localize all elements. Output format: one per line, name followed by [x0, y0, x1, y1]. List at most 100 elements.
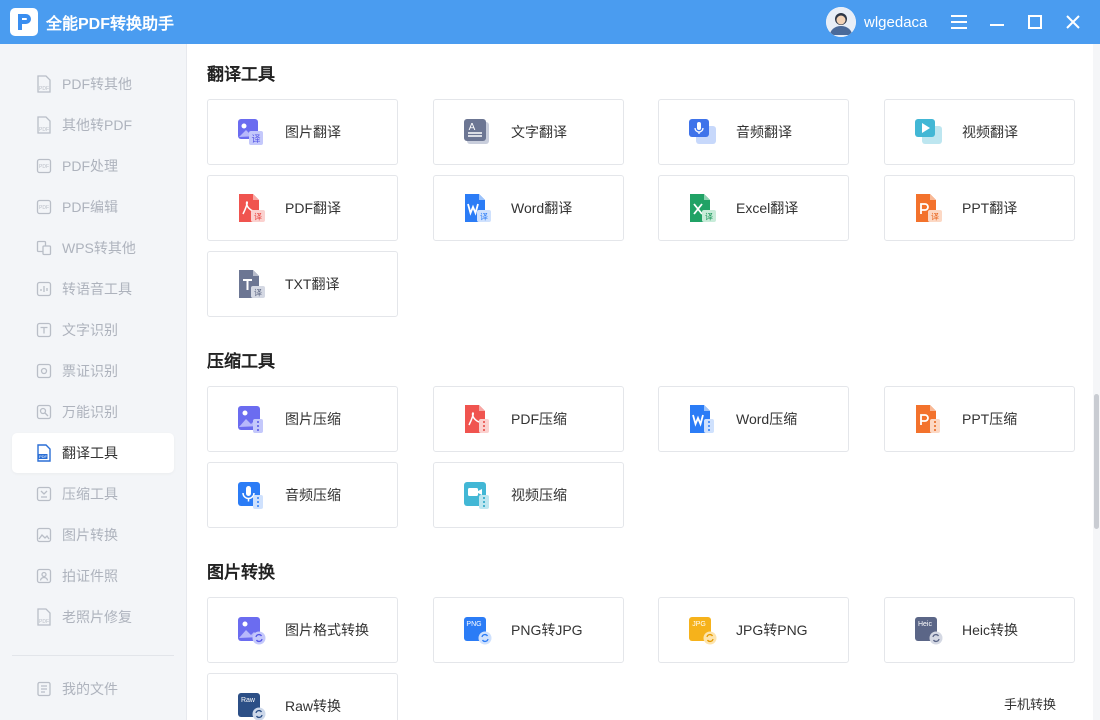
photo-repair-icon: PDF: [35, 608, 53, 626]
scrollbar-thumb[interactable]: [1094, 394, 1099, 529]
pdf-doc-icon: PDF: [35, 198, 53, 216]
card-video-compress[interactable]: 视频压缩: [433, 462, 624, 528]
sidebar-item-label: 我的文件: [62, 681, 118, 697]
ticket-ocr-icon: [35, 362, 53, 380]
sidebar-item-label: 翻译工具: [62, 445, 118, 461]
card-text-translate[interactable]: A 文字翻译: [433, 99, 624, 165]
sidebar-item-compress-tool[interactable]: 压缩工具: [12, 474, 174, 514]
sidebar-item-label: 拍证件照: [62, 568, 118, 584]
avatar[interactable]: [826, 7, 856, 37]
svg-text:Raw: Raw: [241, 697, 256, 704]
card-word-compress[interactable]: Word压缩: [658, 386, 849, 452]
excel-translate-icon: 译: [690, 194, 716, 222]
sidebar-item-pdf-edit[interactable]: PDF PDF编辑: [12, 187, 174, 227]
card-label: JPG转PNG: [736, 622, 808, 638]
svg-text:A: A: [469, 122, 476, 133]
sidebar-item-label: 票证识别: [62, 363, 118, 379]
title-bar: 全能PDF转换助手 wlgedaca: [0, 0, 1100, 44]
ppt-compress-icon: [916, 405, 940, 433]
svg-text:PDF: PDF: [39, 164, 49, 170]
ppt-translate-icon: 译: [916, 194, 942, 222]
video-compress-icon: [464, 482, 489, 509]
svg-text:译: 译: [705, 213, 713, 222]
card-png-to-jpg[interactable]: PNG PNG转JPG: [433, 597, 624, 663]
svg-text:PNG: PNG: [466, 621, 481, 628]
sidebar-item-my-files[interactable]: 我的文件: [12, 669, 174, 709]
sidebar-item-image-convert[interactable]: 图片转换: [12, 515, 174, 555]
username: wlgedaca: [864, 13, 928, 31]
sidebar-item-ticket-ocr[interactable]: 票证识别: [12, 351, 174, 391]
pdf-file-icon: PDF: [35, 116, 53, 134]
sidebar-item-text-ocr[interactable]: 文字识别: [12, 310, 174, 350]
card-label: 图片格式转换: [285, 622, 369, 638]
minimize-icon[interactable]: [986, 11, 1008, 33]
sidebar-item-wps-to-other[interactable]: WPS转其他: [12, 228, 174, 268]
svg-text:Heic: Heic: [918, 621, 933, 628]
wps-icon: [35, 239, 53, 257]
sidebar-item-pdf-process[interactable]: PDF PDF处理: [12, 146, 174, 186]
card-label: PNG转JPG: [511, 622, 583, 638]
card-image-format-convert[interactable]: 图片格式转换: [207, 597, 398, 663]
svg-text:PDF: PDF: [39, 619, 49, 625]
svg-text:译: 译: [254, 213, 262, 222]
sidebar-item-label: 万能识别: [62, 404, 118, 420]
card-raw-convert[interactable]: Raw Raw转换: [207, 673, 398, 720]
svg-text:JPG: JPG: [692, 621, 706, 628]
image-convert-icon: [35, 526, 53, 544]
sidebar-item-universal-ocr[interactable]: 万能识别: [12, 392, 174, 432]
card-pdf-translate[interactable]: 译 PDF翻译: [207, 175, 398, 241]
sidebar-item-label: 其他转PDF: [62, 117, 132, 133]
svg-text:译: 译: [480, 213, 488, 222]
card-label: Heic转换: [962, 622, 1019, 638]
scrollbar[interactable]: [1093, 44, 1100, 720]
menu-icon[interactable]: [948, 11, 970, 33]
image-format-convert-icon: [238, 617, 266, 645]
card-pdf-compress[interactable]: PDF压缩: [433, 386, 624, 452]
sidebar-item-photo-repair[interactable]: PDF 老照片修复: [12, 597, 174, 637]
card-audio-compress[interactable]: 音频压缩: [207, 462, 398, 528]
svg-text:译: 译: [251, 134, 260, 145]
sidebar-item-label: 图片转换: [62, 527, 118, 543]
section-title-image-convert: 图片转换: [207, 563, 275, 582]
close-icon[interactable]: [1062, 11, 1084, 33]
text-translate-icon: A: [464, 119, 489, 144]
phone-convert-link[interactable]: 手机转换: [1004, 694, 1056, 713]
video-translate-icon: [915, 119, 942, 144]
card-audio-translate[interactable]: 音频翻译: [658, 99, 849, 165]
svg-text:PDF: PDF: [39, 454, 48, 459]
card-heic-convert[interactable]: Heic Heic转换: [884, 597, 1075, 663]
word-compress-icon: [690, 405, 714, 433]
card-image-compress[interactable]: 图片压缩: [207, 386, 398, 452]
card-label: 图片压缩: [285, 411, 341, 427]
sidebar-item-other-to-pdf[interactable]: PDF 其他转PDF: [12, 105, 174, 145]
png-to-jpg-icon: PNG: [464, 617, 492, 645]
sidebar-item-label: 文字识别: [62, 322, 118, 338]
audio-compress-icon: [238, 482, 263, 509]
card-image-translate[interactable]: 译 图片翻译: [207, 99, 398, 165]
card-video-translate[interactable]: 视频翻译: [884, 99, 1075, 165]
card-label: 音频翻译: [736, 124, 792, 140]
card-ppt-compress[interactable]: PPT压缩: [884, 386, 1075, 452]
card-jpg-to-png[interactable]: JPG JPG转PNG: [658, 597, 849, 663]
sidebar-item-translate-tool[interactable]: PDF 翻译工具: [12, 433, 174, 473]
sidebar-item-pdf-to-other[interactable]: PDF PDF转其他: [12, 64, 174, 104]
compress-icon: [35, 485, 53, 503]
maximize-icon[interactable]: [1024, 11, 1046, 33]
app-title: 全能PDF转换助手: [46, 16, 175, 33]
card-label: PPT压缩: [962, 411, 1018, 427]
card-word-translate[interactable]: 译 Word翻译: [433, 175, 624, 241]
sidebar-item-id-photo[interactable]: 拍证件照: [12, 556, 174, 596]
svg-text:PDF: PDF: [39, 127, 49, 133]
card-ppt-translate[interactable]: 译 PPT翻译: [884, 175, 1075, 241]
audio-translate-icon: [689, 119, 716, 144]
user-profile[interactable]: wlgedaca: [826, 7, 927, 37]
svg-text:PDF: PDF: [39, 205, 49, 211]
raw-convert-icon: Raw: [238, 693, 266, 720]
card-label: 文字翻译: [511, 124, 567, 140]
sidebar-item-label: WPS转其他: [62, 240, 136, 256]
card-excel-translate[interactable]: 译 Excel翻译: [658, 175, 849, 241]
sidebar-item-voice-tool[interactable]: 转语音工具: [12, 269, 174, 309]
card-txt-translate[interactable]: 译 TXT翻译: [207, 251, 398, 317]
file-icon: [35, 680, 53, 698]
sidebar-item-label: PDF处理: [62, 158, 118, 174]
